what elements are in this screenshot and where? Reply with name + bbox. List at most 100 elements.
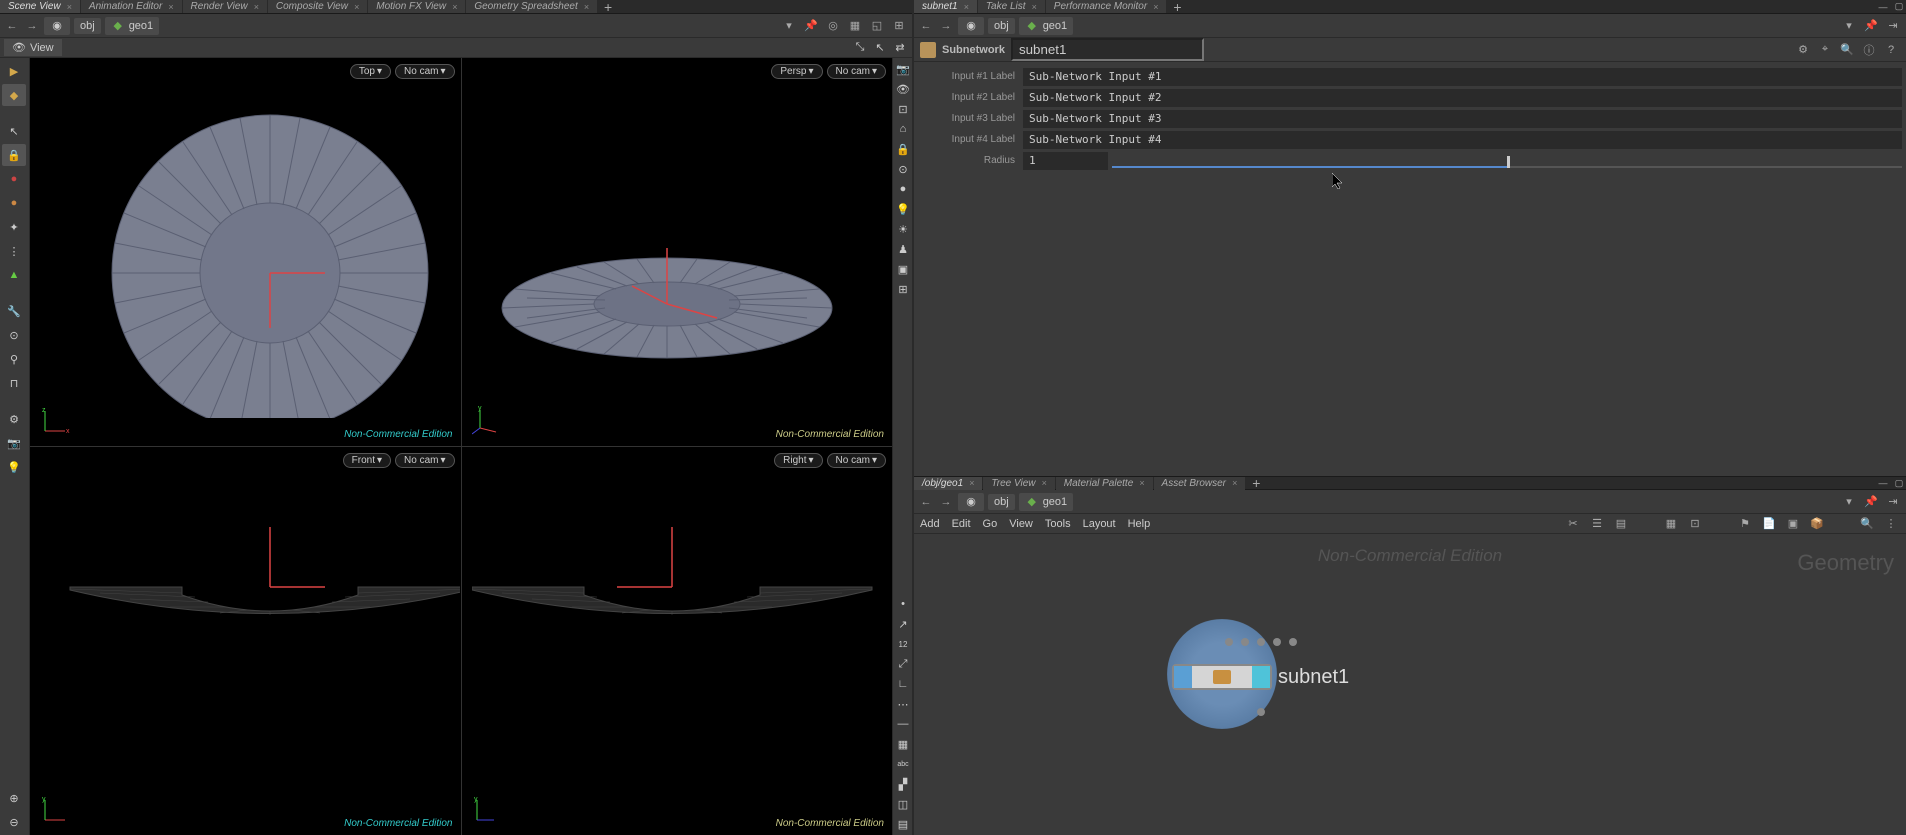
view-selector-top[interactable]: Top▾ (350, 64, 391, 79)
close-icon[interactable]: × (1153, 2, 1158, 12)
info-icon[interactable]: ⓘ (1860, 41, 1878, 59)
nav-back-button[interactable]: ← (918, 494, 934, 510)
minimize-icon[interactable]: — (1876, 1, 1890, 13)
nav-back-button[interactable]: ← (918, 18, 934, 34)
menu-view[interactable]: View (1009, 518, 1033, 530)
tab-material-palette[interactable]: Material Palette× (1056, 477, 1153, 490)
normal-icon[interactable]: ↗ (895, 615, 911, 633)
headlight-icon[interactable]: ☀ (895, 220, 911, 238)
pin-icon[interactable]: 📌 (802, 17, 820, 35)
dropdown-icon[interactable]: ▾ (1840, 493, 1858, 511)
expand-icon[interactable]: ⇥ (1884, 17, 1902, 35)
layout-icon[interactable]: ⊞ (890, 17, 908, 35)
camera-tool[interactable]: 📷 (2, 432, 26, 454)
menu-help[interactable]: Help (1128, 518, 1151, 530)
param-input-input3[interactable] (1023, 110, 1902, 128)
line-icon[interactable]: — (895, 715, 911, 733)
dots-icon[interactable]: ⊡ (1686, 515, 1704, 533)
view-selector-persp[interactable]: Persp▾ (771, 64, 822, 79)
swap-icon[interactable]: ⇄ (892, 40, 908, 56)
snap-tool[interactable]: ⊕ (2, 787, 26, 809)
help-icon[interactable]: ? (1882, 41, 1900, 59)
pin-icon[interactable]: 📌 (1862, 493, 1880, 511)
view-dropdown[interactable]: 👁View (4, 39, 62, 56)
tab-asset-browser[interactable]: Asset Browser× (1154, 477, 1246, 490)
menu-layout[interactable]: Layout (1083, 518, 1116, 530)
light-tool[interactable]: 💡 (2, 456, 26, 478)
pin-icon[interactable]: 📌 (1862, 17, 1880, 35)
search-icon[interactable]: 🔍 (1858, 515, 1876, 533)
filter-icon[interactable]: ⌖ (1816, 41, 1834, 59)
grid-icon[interactable]: ▦ (846, 17, 864, 35)
flag-icon[interactable]: ⚑ (1736, 515, 1754, 533)
grid-vis-icon[interactable]: ▦ (895, 735, 911, 753)
joint-tool[interactable]: ⋮ (2, 240, 26, 262)
cam-selector[interactable]: No cam▾ (395, 453, 454, 468)
node-subnet1[interactable]: subnet1 (1172, 664, 1349, 690)
nav-forward-button[interactable]: → (938, 18, 954, 34)
close-icon[interactable]: × (1042, 478, 1047, 488)
settings-icon[interactable]: ⋮ (1882, 515, 1900, 533)
node-render-flag[interactable] (1252, 666, 1270, 688)
align-icon[interactable]: ▤ (1612, 515, 1630, 533)
tab-geo-spreadsheet[interactable]: Geometry Spreadsheet× (466, 0, 597, 13)
network-editor[interactable]: Non-Commercial Edition Geometry subnet1 (914, 534, 1906, 835)
shelf-tool[interactable]: ⊓ (2, 372, 26, 394)
nav-forward-button[interactable]: → (938, 494, 954, 510)
nav-forward-button[interactable]: → (24, 18, 40, 34)
close-icon[interactable]: × (1032, 2, 1037, 12)
close-icon[interactable]: × (1232, 478, 1237, 488)
node-display-flag[interactable] (1174, 666, 1192, 688)
param-input-input2[interactable] (1023, 89, 1902, 107)
lock-tool[interactable]: 🔒 (2, 144, 26, 166)
text-abc[interactable]: abc (895, 755, 911, 773)
menu-edit[interactable]: Edit (952, 518, 971, 530)
display-opts-icon[interactable]: ▤ (895, 815, 911, 833)
viewport-right[interactable]: Right▾ No cam▾ Non-Commerci (462, 447, 893, 835)
menu-add[interactable]: Add (920, 518, 940, 530)
bulb-icon[interactable]: 💡 (895, 200, 911, 218)
tab-performance-monitor[interactable]: Performance Monitor× (1046, 0, 1167, 13)
vector-icon[interactable]: ⤢ (895, 655, 911, 673)
toggle-12[interactable]: 12 (895, 635, 911, 653)
sticky-icon[interactable]: ▣ (1784, 515, 1802, 533)
transform-icon[interactable]: ⤡ (852, 40, 868, 56)
close-icon[interactable]: × (452, 2, 457, 12)
close-icon[interactable]: × (168, 2, 173, 12)
viewport-front[interactable]: Front▾ No cam▾ Non-Commerci (30, 447, 461, 835)
gear-tool[interactable]: ⚙ (2, 408, 26, 430)
wrench-tool[interactable]: 🔧 (2, 300, 26, 322)
figure-icon[interactable]: ♟ (895, 240, 911, 258)
eye-icon[interactable]: 👁 (895, 80, 911, 98)
view-selector-right[interactable]: Right▾ (774, 453, 822, 468)
lock-icon[interactable]: 🔒 (895, 140, 911, 158)
red-sphere-tool[interactable]: ● (2, 168, 26, 190)
uv-icon[interactable]: ◫ (895, 795, 911, 813)
path-obj[interactable]: obj (74, 18, 101, 34)
edit-tool[interactable]: ◆ (2, 84, 26, 106)
xray-icon[interactable]: ⊞ (895, 280, 911, 298)
home-icon[interactable]: ⌂ (895, 120, 911, 138)
link-tool[interactable]: ⚲ (2, 348, 26, 370)
close-icon[interactable]: × (969, 478, 974, 488)
magnet-tool[interactable]: ⊖ (2, 811, 26, 833)
socket-tool[interactable]: ⊙ (2, 324, 26, 346)
close-icon[interactable]: × (964, 2, 969, 12)
sphere-icon[interactable]: ● (895, 180, 911, 198)
tab-motion-fx[interactable]: Motion FX View× (368, 0, 465, 13)
point-icon[interactable]: • (895, 595, 911, 613)
param-input-input4[interactable] (1023, 131, 1902, 149)
path-icon-home[interactable]: ◉ (958, 17, 984, 35)
gear-icon[interactable]: ⚙ (1794, 41, 1812, 59)
node-outputs[interactable] (1257, 708, 1265, 716)
node-inputs[interactable] (1225, 638, 1297, 646)
add-tab-button[interactable]: + (598, 0, 618, 15)
globe-icon[interactable]: ◎ (824, 17, 842, 35)
cursor-icon[interactable]: ↖ (872, 40, 888, 56)
expand-icon[interactable]: ⇥ (1884, 493, 1902, 511)
tab-obj-geo1[interactable]: /obj/geo1× (914, 477, 982, 490)
tab-render-view[interactable]: Render View× (183, 0, 267, 13)
close-icon[interactable]: × (67, 2, 72, 12)
scissors-icon[interactable]: ✂ (1564, 515, 1582, 533)
list-icon[interactable]: ☰ (1588, 515, 1606, 533)
